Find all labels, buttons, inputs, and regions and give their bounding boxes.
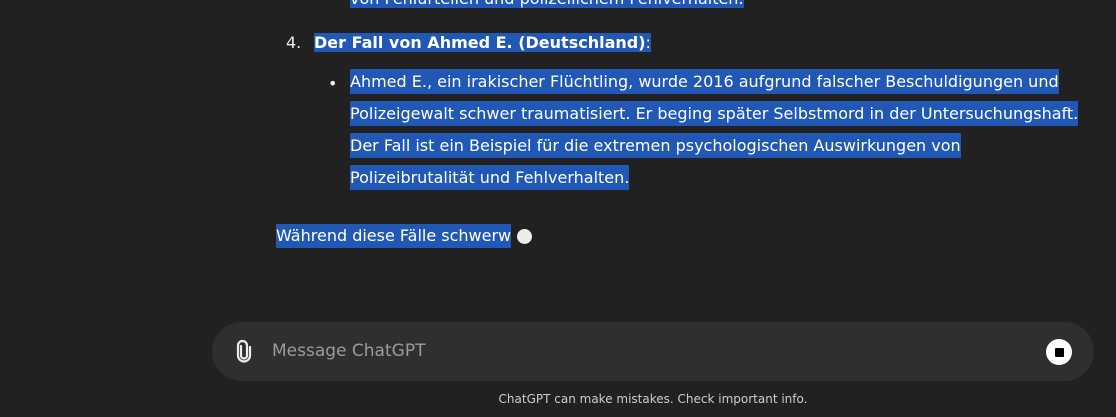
bullet-line-1: Ahmed E., ein irakischer Flüchtling, wur… [350,69,1078,102]
message-composer [212,322,1094,381]
bullet-line-4: Polizeibrutalität und Fehlverhalten. [350,165,1078,198]
message-input[interactable] [272,336,1032,366]
list-number: 4. [286,33,302,52]
list-item-4: 4. Der Fall von Ahmed E. (Deutschland): [286,30,651,56]
bullet-line-3: Der Fall ist ein Beispiel für die extrem… [350,133,1078,166]
disclaimer-text: ChatGPT can make mistakes. Check importa… [498,392,808,406]
bullet-line-2: Polizeigewalt schwer traumatisiert. Er b… [350,101,1079,134]
streaming-paragraph: Während diese Fälle schwerw [276,224,533,248]
stop-icon [1054,347,1064,357]
streaming-text: Während diese Fälle schwerw [276,224,512,248]
list-item-colon: : [645,33,651,52]
list-item-title: Der Fall von Ahmed E. (Deutschland) [314,33,646,52]
partial-previous-line: von Fehlurteilen und polizeilichem Fehlv… [350,0,744,10]
bullet-icon: • [328,74,338,93]
bullet-text: Ahmed E., ein irakischer Flüchtling, wur… [350,69,1079,198]
typing-cursor-icon [517,228,533,244]
stop-generating-button[interactable] [1046,339,1072,365]
paperclip-icon[interactable] [232,339,256,363]
